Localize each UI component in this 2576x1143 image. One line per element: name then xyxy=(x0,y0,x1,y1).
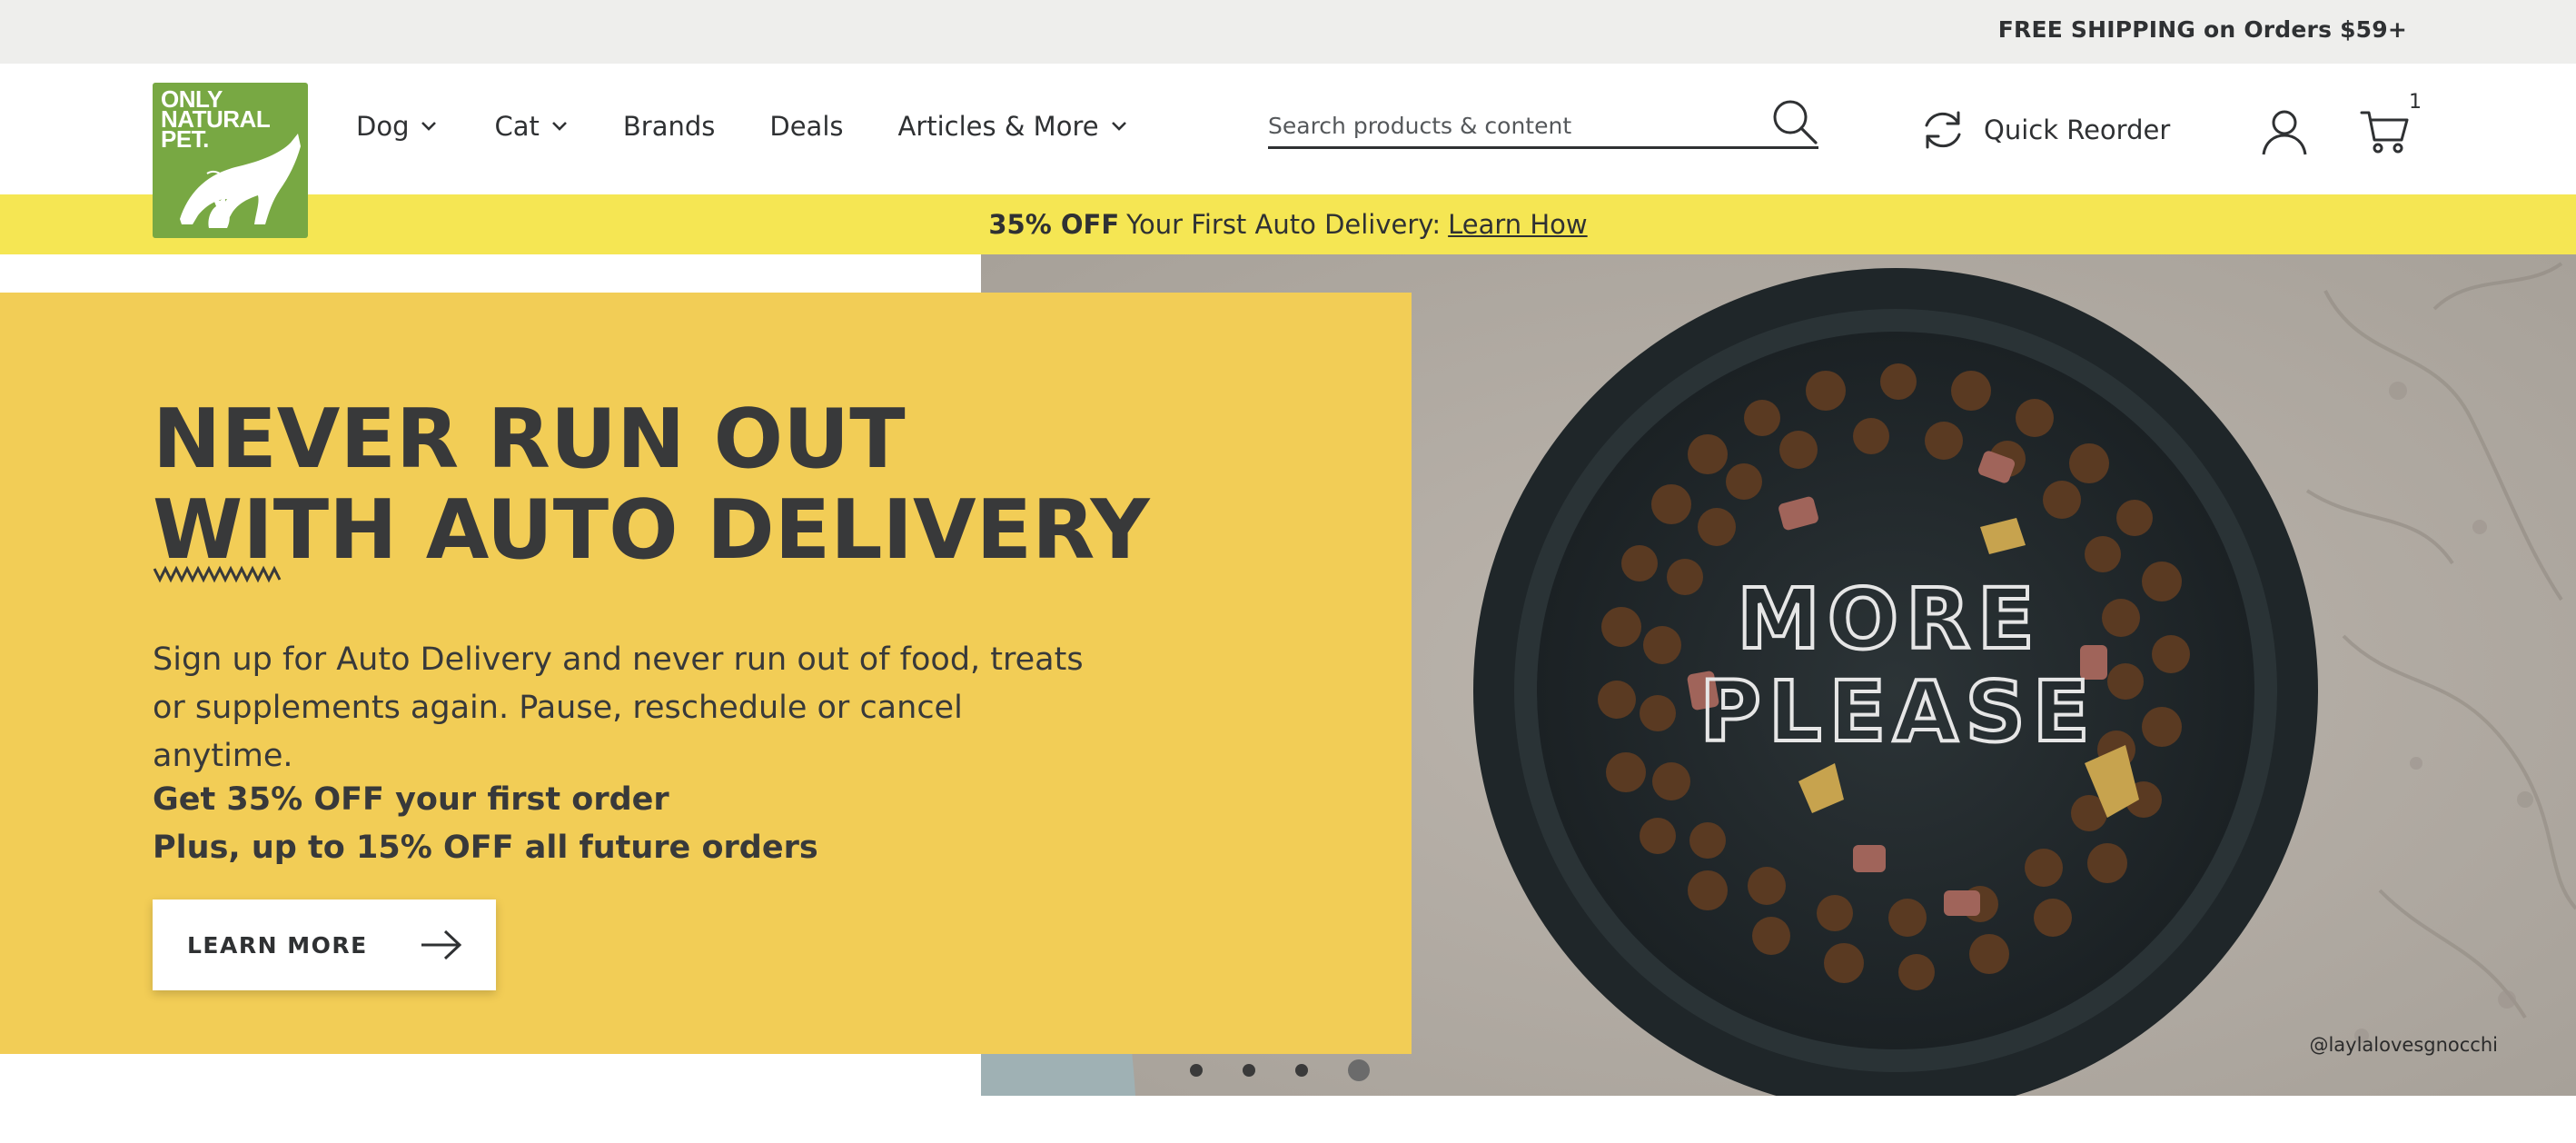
chevron-down-icon xyxy=(1111,122,1126,131)
hero-description: Sign up for Auto Delivery and never run … xyxy=(153,641,1084,774)
nav-item-label: Dog xyxy=(356,111,410,142)
hero-offer-line2: Plus, up to 15% OFF all future orders xyxy=(153,830,818,866)
search-input[interactable] xyxy=(1268,109,1759,142)
quick-reorder-label: Quick Reorder xyxy=(1984,114,2171,145)
search-icon[interactable] xyxy=(1771,98,1818,145)
chevron-down-icon xyxy=(421,122,437,131)
chevron-down-icon xyxy=(551,122,567,131)
learn-more-label: LEARN MORE xyxy=(187,931,368,959)
quick-reorder-button[interactable]: Quick Reorder xyxy=(1918,105,2170,154)
bowl-text-please: PLEASE xyxy=(1699,663,2096,760)
main-navigation: Dog Cat Brands Deals Articles & More xyxy=(356,111,1183,142)
user-icon[interactable] xyxy=(2260,107,2309,156)
bowl-text-more: MORE xyxy=(1737,571,2041,668)
site-header: ONLY NATURAL PET. Dog Cat Brands Deals A… xyxy=(0,64,2576,238)
hero-offer: Get 35% OFF your first order Plus, up to… xyxy=(153,776,818,872)
carousel-dot-4[interactable] xyxy=(1348,1059,1370,1081)
promo-banner: 35% OFF Your First Auto Delivery: Learn … xyxy=(0,194,2576,254)
arrow-right-icon xyxy=(421,929,462,960)
photo-credit: @laylalovesgnocchi xyxy=(2309,1034,2498,1056)
carousel-dot-2[interactable] xyxy=(1243,1064,1255,1077)
learn-more-button[interactable]: LEARN MORE xyxy=(153,899,496,990)
nav-item-dog[interactable]: Dog xyxy=(356,111,438,142)
hero-offer-line1: Get 35% OFF your first order xyxy=(153,781,669,818)
hero-headline: NEVER RUN OUT WITH AUTO DELIVERY xyxy=(153,394,1150,576)
hero-headline-line1: NEVER RUN OUT xyxy=(153,392,906,487)
search-bar xyxy=(1268,98,1818,149)
logo-text-line3: PET. xyxy=(161,125,209,153)
nav-item-brands[interactable]: Brands xyxy=(623,111,716,142)
only-natural-pet-logo[interactable]: ONLY NATURAL PET. xyxy=(153,83,308,238)
hero-headline-line2: WITH AUTO DELIVERY xyxy=(153,482,1150,578)
hero-carousel: MORE PLEASE NEVER RUN OUT WITH AUTO DELI… xyxy=(0,254,2576,1096)
cart-count-badge: 1 xyxy=(2409,91,2422,114)
cart-icon[interactable] xyxy=(2360,105,2411,156)
carousel-dot-3[interactable] xyxy=(1295,1064,1308,1077)
refresh-icon xyxy=(1925,111,1961,149)
nav-item-label: Articles & More xyxy=(897,111,1099,142)
nav-item-label: Cat xyxy=(494,111,540,142)
nav-item-label: Deals xyxy=(769,111,844,142)
decorative-zigzag-icon xyxy=(153,565,282,583)
nav-item-label: Brands xyxy=(622,111,716,142)
promo-discount: 35% OFF xyxy=(988,209,1120,240)
nav-item-deals[interactable]: Deals xyxy=(769,111,843,142)
free-shipping-message: FREE SHIPPING on Orders $59+ xyxy=(1997,16,2407,43)
carousel-dot-1[interactable] xyxy=(1190,1064,1203,1077)
carousel-dots xyxy=(1190,1059,1370,1081)
nav-item-articles-more[interactable]: Articles & More xyxy=(897,111,1127,142)
nav-item-cat[interactable]: Cat xyxy=(494,111,568,142)
learn-how-link[interactable]: Learn How xyxy=(1448,209,1588,240)
promo-text: Your First Auto Delivery: xyxy=(1126,209,1442,240)
utility-bar: FREE SHIPPING on Orders $59+ xyxy=(0,0,2576,64)
hero-content-panel: NEVER RUN OUT WITH AUTO DELIVERY Sign up… xyxy=(0,293,1412,1081)
